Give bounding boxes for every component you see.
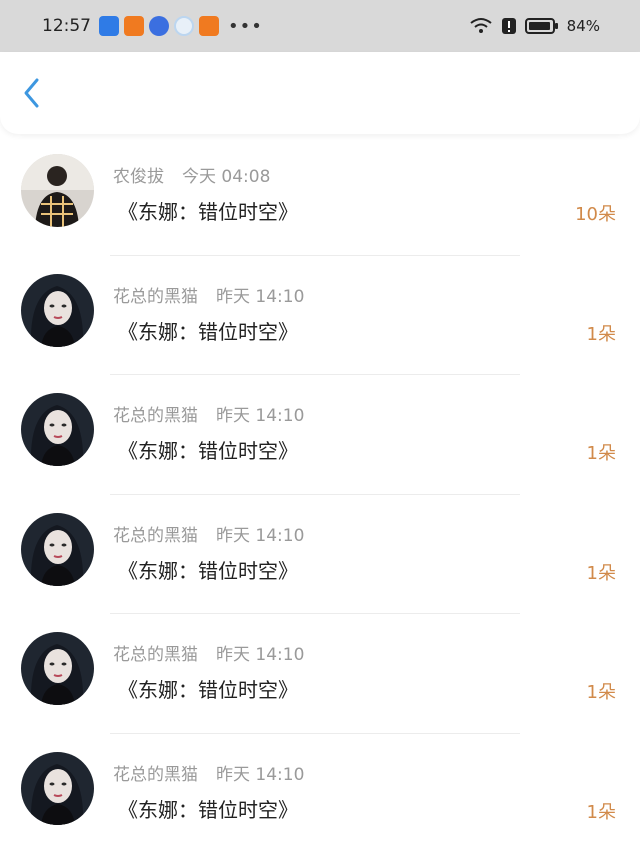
timestamp: 昨天 14:10 bbox=[216, 287, 304, 307]
circle-app-icon bbox=[174, 16, 194, 36]
taobao-icon bbox=[124, 16, 144, 36]
list-item[interactable]: 花总的黑猫昨天 14:10 《东娜：错位时空》 1朵 bbox=[0, 495, 640, 615]
status-right: 84% bbox=[469, 17, 600, 35]
avatar[interactable] bbox=[21, 393, 94, 466]
gift-record-list: 农俊拔今天 04:08 《东娜：错位时空》 10朵 花总的黑猫昨天 14:10 … bbox=[0, 136, 640, 853]
book-title: 《东娜：错位时空》 bbox=[118, 674, 298, 703]
username: 花总的黑猫 bbox=[113, 406, 198, 426]
gift-amount: 1朵 bbox=[587, 798, 616, 824]
item-meta: 花总的黑猫昨天 14:10 bbox=[113, 282, 304, 307]
gift-amount: 1朵 bbox=[587, 559, 616, 585]
item-meta: 花总的黑猫昨天 14:10 bbox=[113, 401, 304, 426]
avatar[interactable] bbox=[21, 752, 94, 825]
back-button[interactable] bbox=[22, 73, 52, 113]
book-title: 《东娜：错位时空》 bbox=[118, 794, 298, 823]
alert-icon bbox=[501, 17, 517, 35]
header-bar bbox=[0, 52, 640, 134]
book-title: 《东娜：错位时空》 bbox=[118, 196, 298, 225]
chevron-left-icon bbox=[22, 77, 42, 109]
timestamp: 昨天 14:10 bbox=[216, 526, 304, 546]
avatar[interactable] bbox=[21, 274, 94, 347]
username: 花总的黑猫 bbox=[113, 526, 198, 546]
timestamp: 今天 04:08 bbox=[182, 167, 270, 187]
gift-amount: 1朵 bbox=[587, 439, 616, 465]
list-item[interactable]: 花总的黑猫昨天 14:10 《东娜：错位时空》 1朵 bbox=[0, 734, 640, 853]
app-icon-1 bbox=[99, 16, 119, 36]
gift-amount: 10朵 bbox=[575, 200, 616, 226]
list-item[interactable]: 花总的黑猫昨天 14:10 《东娜：错位时空》 1朵 bbox=[0, 614, 640, 734]
timestamp: 昨天 14:10 bbox=[216, 765, 304, 785]
gift-amount: 1朵 bbox=[587, 678, 616, 704]
status-time: 12:57 bbox=[42, 16, 91, 36]
avatar[interactable] bbox=[21, 154, 94, 227]
shield-app-icon bbox=[149, 16, 169, 36]
timestamp: 昨天 14:10 bbox=[216, 645, 304, 665]
username: 花总的黑猫 bbox=[113, 645, 198, 665]
item-meta: 农俊拔今天 04:08 bbox=[113, 162, 270, 187]
list-item[interactable]: 农俊拔今天 04:08 《东娜：错位时空》 10朵 bbox=[0, 136, 640, 256]
book-title: 《东娜：错位时空》 bbox=[118, 316, 298, 345]
list-item[interactable]: 花总的黑猫昨天 14:10 《东娜：错位时空》 1朵 bbox=[0, 375, 640, 495]
avatar[interactable] bbox=[21, 632, 94, 705]
item-meta: 花总的黑猫昨天 14:10 bbox=[113, 521, 304, 546]
item-meta: 花总的黑猫昨天 14:10 bbox=[113, 760, 304, 785]
battery-percent: 84% bbox=[567, 17, 600, 35]
taobao-icon bbox=[199, 16, 219, 36]
avatar[interactable] bbox=[21, 513, 94, 586]
list-item[interactable]: 花总的黑猫昨天 14:10 《东娜：错位时空》 1朵 bbox=[0, 256, 640, 376]
gift-amount: 1朵 bbox=[587, 320, 616, 346]
item-meta: 花总的黑猫昨天 14:10 bbox=[113, 640, 304, 665]
timestamp: 昨天 14:10 bbox=[216, 406, 304, 426]
username: 花总的黑猫 bbox=[113, 765, 198, 785]
wifi-icon bbox=[469, 17, 493, 35]
status-bar: 12:57 ••• 84% bbox=[0, 0, 640, 52]
more-notifications-icon: ••• bbox=[228, 16, 263, 37]
battery-icon bbox=[525, 17, 559, 35]
username: 农俊拔 bbox=[113, 167, 164, 187]
username: 花总的黑猫 bbox=[113, 287, 198, 307]
book-title: 《东娜：错位时空》 bbox=[118, 435, 298, 464]
book-title: 《东娜：错位时空》 bbox=[118, 555, 298, 584]
